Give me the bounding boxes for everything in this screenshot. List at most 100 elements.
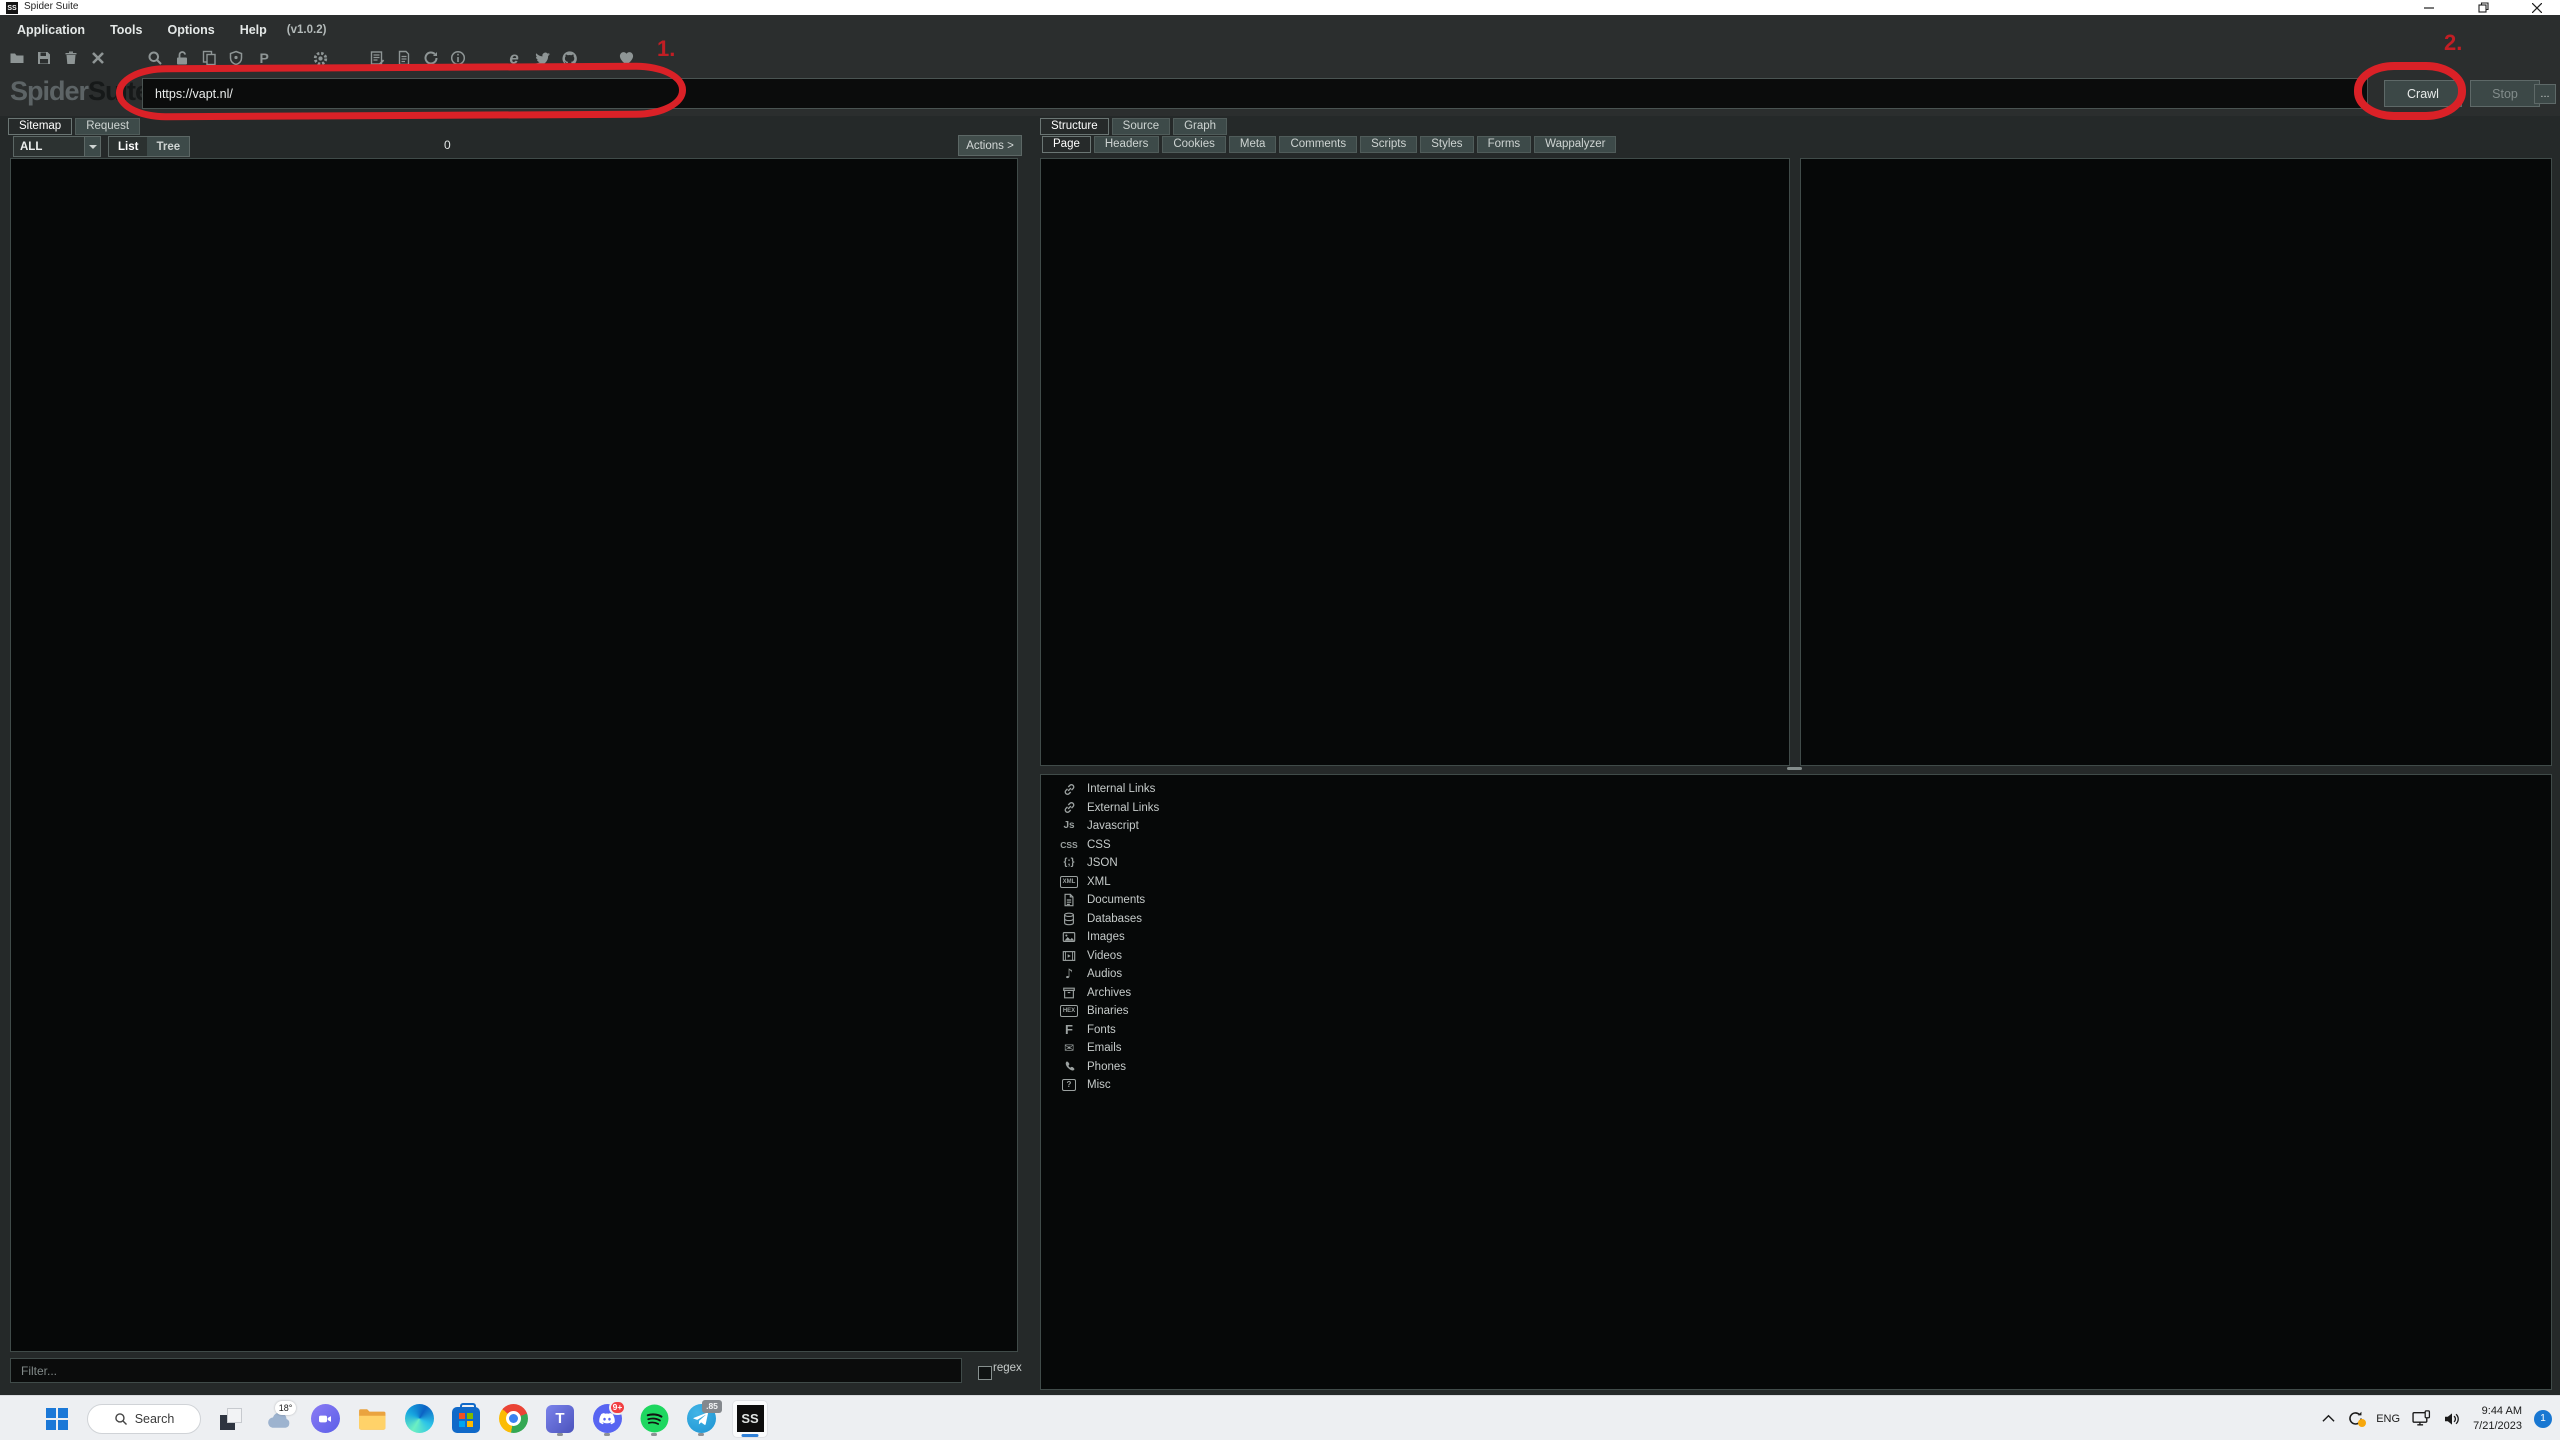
resource-phones[interactable]: Phones (1060, 1058, 1159, 1077)
resource-internal-links[interactable]: Internal Links (1060, 780, 1159, 799)
minimize-button[interactable] (2412, 0, 2446, 15)
refresh-icon[interactable] (422, 49, 440, 67)
search-icon[interactable] (146, 49, 164, 67)
close-x-icon[interactable] (89, 49, 107, 67)
menu-options[interactable]: Options (162, 21, 219, 39)
resource-emails[interactable]: ✉ Emails (1060, 1039, 1159, 1058)
tray-sync-status[interactable] (2347, 1410, 2364, 1427)
notification-count-badge[interactable]: 1 (2534, 1410, 2552, 1428)
version-label: (v1.0.2) (287, 24, 327, 36)
heart-icon[interactable] (617, 49, 635, 67)
save-icon[interactable] (35, 49, 53, 67)
info-icon[interactable] (449, 49, 467, 67)
menu-application[interactable]: Application (12, 21, 90, 39)
tray-chevron-up[interactable] (2322, 1414, 2335, 1423)
discord-button[interactable]: 9+ (590, 1400, 624, 1438)
filter-input[interactable] (10, 1358, 962, 1383)
chevron-up-icon (2322, 1414, 2335, 1423)
close-button[interactable] (2520, 0, 2554, 15)
active-app-indicator (742, 1434, 759, 1437)
subtab-headers[interactable]: Headers (1094, 136, 1159, 153)
twitter-icon[interactable] (533, 49, 551, 67)
database-icon (1060, 912, 1078, 926)
tab-sitemap[interactable]: Sitemap (8, 118, 72, 135)
open-folder-icon[interactable] (8, 49, 26, 67)
resource-css[interactable]: CSS CSS (1060, 836, 1159, 855)
tab-request[interactable]: Request (75, 118, 140, 135)
spotify-button[interactable] (637, 1400, 671, 1438)
subtab-scripts[interactable]: Scripts (1360, 136, 1417, 153)
trash-icon[interactable] (62, 49, 80, 67)
view-tree-button[interactable]: Tree (147, 137, 189, 156)
crawl-button[interactable]: Crawl (2384, 80, 2462, 107)
resource-fonts[interactable]: F Fonts (1060, 1021, 1159, 1040)
edit-notes-icon[interactable] (368, 49, 386, 67)
left-panel-controls: ALL List Tree 0 Actions > (8, 135, 1018, 158)
restore-button[interactable] (2466, 0, 2500, 15)
resource-archives[interactable]: Archives (1060, 984, 1159, 1003)
resource-audios[interactable]: ♪ Audios (1060, 965, 1159, 984)
copy-pages-icon[interactable] (200, 49, 218, 67)
tab-graph[interactable]: Graph (1173, 118, 1227, 135)
filter-type-dropdown[interactable]: ALL (13, 136, 101, 157)
actions-button[interactable]: Actions > (958, 135, 1022, 156)
teams-button[interactable]: T (543, 1400, 577, 1438)
chrome-icon (499, 1404, 528, 1433)
resource-videos[interactable]: Videos (1060, 947, 1159, 966)
internet-explorer-icon[interactable]: e (506, 49, 524, 67)
svg-text:e: e (509, 49, 518, 67)
stop-button[interactable]: Stop (2470, 80, 2540, 107)
subtab-wappalyzer[interactable]: Wappalyzer (1534, 136, 1616, 153)
close-icon (2532, 3, 2542, 13)
tab-structure[interactable]: Structure (1040, 118, 1109, 135)
resource-binaries[interactable]: HEX Binaries (1060, 1002, 1159, 1021)
tray-language[interactable]: ENG (2376, 1413, 2400, 1425)
microsoft-store-button[interactable] (449, 1400, 483, 1438)
taskbar-search[interactable]: Search (87, 1404, 201, 1434)
subtab-comments[interactable]: Comments (1279, 136, 1357, 153)
subtab-styles[interactable]: Styles (1420, 136, 1473, 153)
tray-network[interactable] (2412, 1410, 2431, 1427)
tray-volume[interactable] (2443, 1411, 2461, 1427)
email-icon: ✉ (1060, 1042, 1078, 1054)
edge-button[interactable] (402, 1400, 436, 1438)
file-explorer-button[interactable] (355, 1400, 389, 1438)
video-chat-app-button[interactable] (308, 1400, 342, 1438)
proxy-p-icon[interactable]: P (254, 49, 272, 67)
teams-icon: T (546, 1405, 574, 1433)
shield-icon[interactable] (227, 49, 245, 67)
more-options-button[interactable]: ... (2534, 84, 2556, 104)
resource-xml[interactable]: XML XML (1060, 873, 1159, 892)
unlock-icon[interactable] (173, 49, 191, 67)
url-input[interactable] (142, 78, 2368, 109)
subtab-page[interactable]: Page (1042, 136, 1091, 153)
resource-json[interactable]: {;} JSON (1060, 854, 1159, 873)
resource-documents[interactable]: Documents (1060, 891, 1159, 910)
resource-images[interactable]: Images (1060, 928, 1159, 947)
settings-gear-icon[interactable] (311, 49, 329, 67)
resource-javascript[interactable]: Js Javascript (1060, 817, 1159, 836)
splitter-handle[interactable] (1787, 767, 1802, 770)
spidersuite-taskbar-button[interactable]: SS (731, 1400, 769, 1438)
task-view-button[interactable] (214, 1400, 248, 1438)
subtab-forms[interactable]: Forms (1477, 136, 1532, 153)
menu-help[interactable]: Help (235, 21, 272, 39)
github-icon[interactable] (560, 49, 578, 67)
tray-clock[interactable]: 9:44 AM 7/21/2023 (2473, 1404, 2522, 1433)
weather-widget[interactable]: 18° (261, 1400, 295, 1438)
subtab-meta[interactable]: Meta (1229, 136, 1277, 153)
start-button[interactable] (40, 1400, 74, 1438)
resource-misc[interactable]: ? Misc (1060, 1076, 1159, 1095)
resource-databases[interactable]: Databases (1060, 910, 1159, 929)
tab-source[interactable]: Source (1112, 118, 1170, 135)
subtab-cookies[interactable]: Cookies (1162, 136, 1226, 153)
resource-external-links[interactable]: External Links (1060, 799, 1159, 818)
report-document-icon[interactable] (395, 49, 413, 67)
view-list-button[interactable]: List (109, 137, 147, 156)
resource-label: Javascript (1087, 820, 1139, 832)
chrome-button[interactable] (496, 1400, 530, 1438)
css-icon: CSS (1060, 841, 1078, 850)
regex-checkbox[interactable] (978, 1366, 992, 1380)
menu-tools[interactable]: Tools (105, 21, 147, 39)
telegram-button[interactable]: .85 (684, 1400, 718, 1438)
